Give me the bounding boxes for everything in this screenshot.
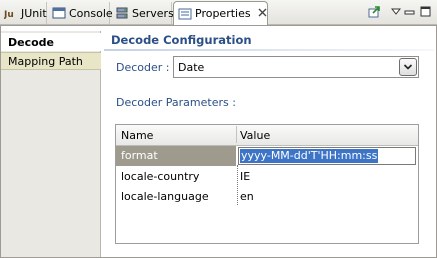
pin-icon[interactable] — [366, 4, 382, 20]
param-name: locale-language — [121, 190, 209, 203]
junit-icon: Ju — [3, 6, 18, 20]
svg-text:Ju: Ju — [4, 10, 14, 20]
param-value: yyyy-MM-dd'T'HH:mm:ss — [240, 149, 379, 163]
decoder-value: Date — [178, 61, 205, 74]
console-icon — [52, 6, 66, 20]
param-name: format — [121, 149, 158, 162]
param-value: en — [240, 190, 254, 203]
category-list: Decode Mapping Path — [1, 31, 101, 257]
tab-properties[interactable]: Properties — [173, 1, 268, 25]
chevron-down-icon[interactable] — [399, 58, 417, 76]
view-tab-strip: Ju JUnit Console Servers Properties — [0, 0, 437, 25]
category-label: Decode — [8, 35, 55, 49]
tab-junit[interactable]: Ju JUnit — [0, 2, 47, 24]
properties-view: Ju JUnit Console Servers Properties Deco… — [0, 0, 437, 258]
category-label: Mapping Path — [8, 54, 83, 68]
parameters-table[interactable]: Name Value format yyyy-MM-dd'T'HH:mm:ss … — [115, 124, 419, 244]
table-header: Name Value — [116, 125, 418, 146]
column-header-name[interactable]: Name — [121, 129, 153, 142]
column-divider — [237, 165, 238, 205]
param-name: locale-country — [121, 170, 200, 183]
servers-icon — [115, 6, 129, 20]
section-title: Decode Configuration — [111, 33, 252, 47]
parameters-label: Decoder Parameters : — [116, 96, 236, 109]
tab-servers[interactable]: Servers — [111, 2, 174, 24]
param-value-editor[interactable]: yyyy-MM-dd'T'HH:mm:ss — [238, 147, 416, 165]
table-row[interactable]: locale-language en — [116, 187, 418, 207]
properties-icon — [178, 7, 192, 21]
maximize-icon[interactable] — [418, 4, 434, 20]
column-separator[interactable] — [236, 126, 237, 143]
tab-label: Properties — [195, 7, 251, 20]
decoder-combo[interactable]: Date — [173, 56, 419, 78]
close-tab-icon[interactable] — [258, 8, 267, 20]
decoder-label: Decoder : — [116, 61, 170, 74]
table-row[interactable]: locale-country IE — [116, 167, 418, 187]
param-value: IE — [240, 170, 251, 183]
tab-label: JUnit — [21, 6, 47, 20]
column-header-value[interactable]: Value — [240, 129, 270, 142]
section-divider — [104, 49, 434, 51]
minimize-icon[interactable] — [402, 4, 418, 20]
category-decode[interactable]: Decode — [1, 33, 101, 51]
category-mapping-path[interactable]: Mapping Path — [1, 52, 101, 70]
tab-console[interactable]: Console — [48, 2, 113, 24]
table-row[interactable]: format yyyy-MM-dd'T'HH:mm:ss — [116, 146, 418, 166]
tab-label: Console — [69, 6, 113, 20]
tab-label: Servers — [132, 6, 174, 20]
